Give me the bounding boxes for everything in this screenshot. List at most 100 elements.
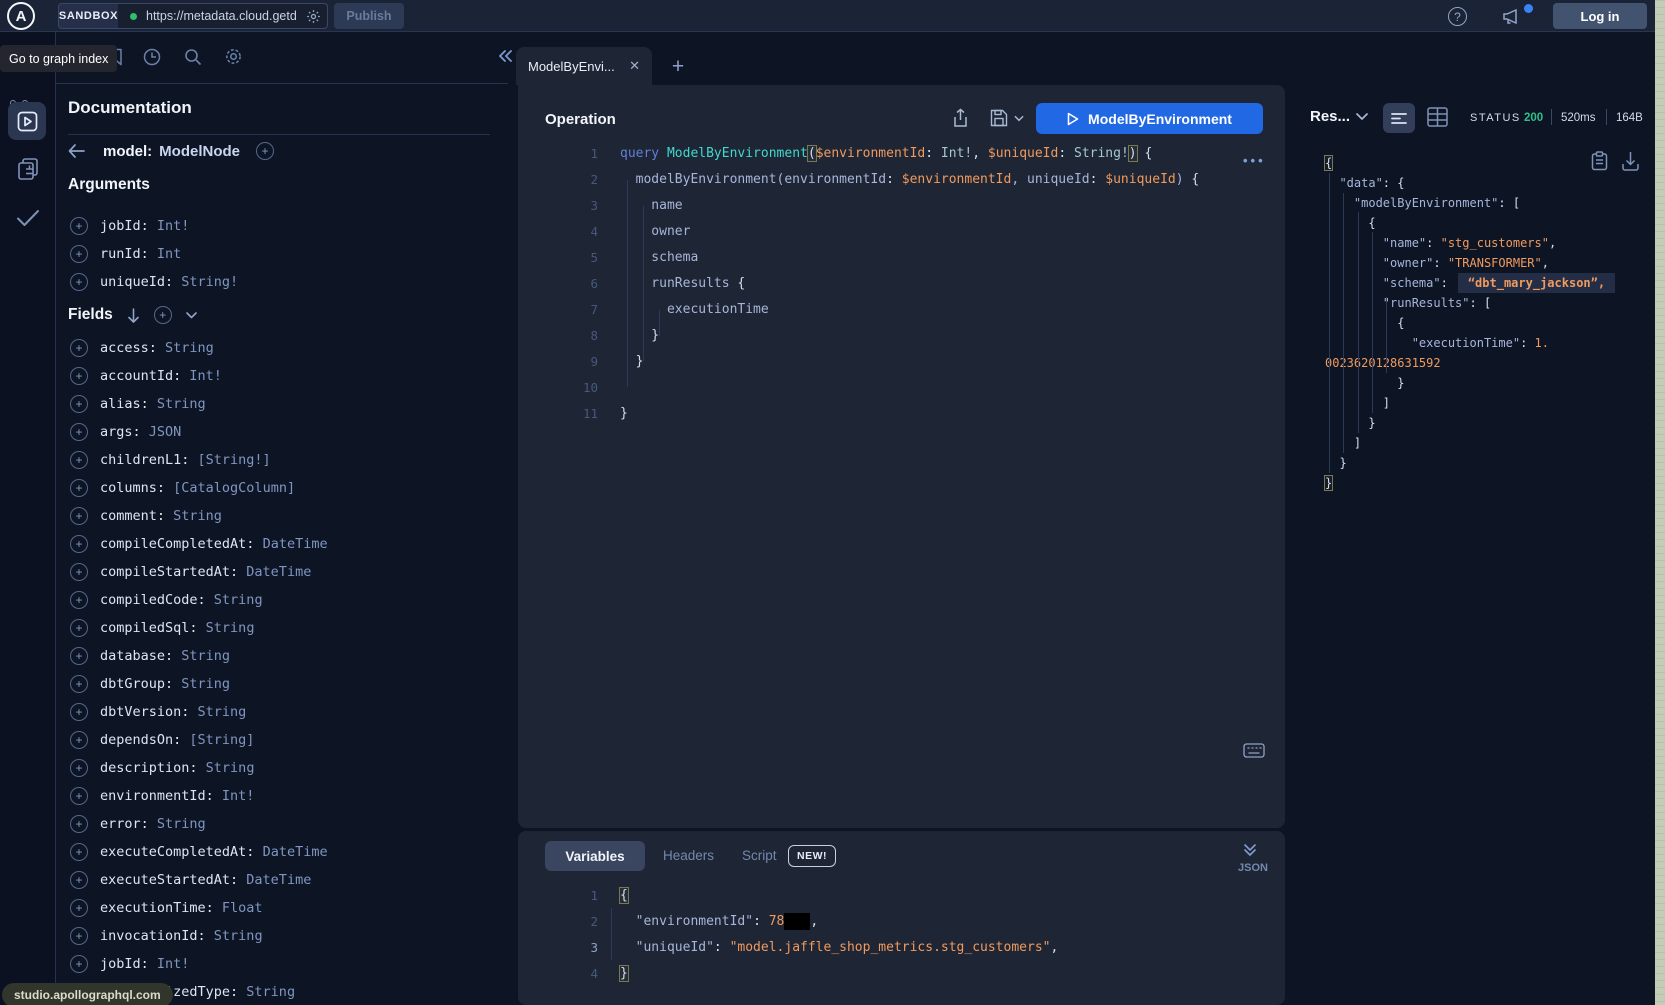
login-button[interactable]: Log in: [1553, 3, 1647, 29]
field-type[interactable]: Int!: [214, 788, 255, 804]
run-operation-button[interactable]: ModelByEnvironment: [1036, 103, 1263, 134]
code-line[interactable]: "schema":“dbt_mary_jackson”,: [1325, 273, 1615, 293]
tab-script[interactable]: Script: [742, 848, 777, 863]
code-line[interactable]: 3 name: [540, 192, 1199, 218]
add-field-button[interactable]: +: [70, 703, 88, 721]
close-tab-icon[interactable]: ✕: [629, 58, 640, 74]
add-field-button[interactable]: +: [70, 815, 88, 833]
add-field-button[interactable]: +: [256, 142, 274, 160]
response-body[interactable]: { "data": { "modelByEnvironment": [ { "n…: [1325, 153, 1615, 493]
operation-code-editor[interactable]: 1query ModelByEnvironment($environmentId…: [540, 140, 1199, 426]
field-type[interactable]: String: [157, 340, 214, 356]
connection-settings-gear-icon[interactable]: [306, 9, 321, 24]
code-line[interactable]: {: [1325, 213, 1615, 233]
field-type[interactable]: DateTime: [254, 844, 327, 860]
code-line[interactable]: 6 runResults {: [540, 270, 1199, 296]
code-line[interactable]: 1{: [540, 882, 1058, 908]
add-field-button[interactable]: +: [70, 731, 88, 749]
endpoint-url-input[interactable]: https://metadata.cloud.getd: [118, 3, 328, 29]
editor-options-icon[interactable]: •••: [1243, 153, 1266, 168]
code-line[interactable]: "runResults": [: [1325, 293, 1615, 313]
add-field-button[interactable]: +: [70, 395, 88, 413]
code-line[interactable]: 11}: [540, 400, 1199, 426]
code-line[interactable]: 9 }: [540, 348, 1199, 374]
announcements-icon[interactable]: [1501, 7, 1523, 26]
code-line[interactable]: 5 schema: [540, 244, 1199, 270]
help-icon[interactable]: ?: [1448, 7, 1467, 26]
add-field-button[interactable]: +: [70, 843, 88, 861]
schema-diff-icon[interactable]: [15, 156, 41, 182]
checks-icon[interactable]: [15, 208, 41, 228]
add-field-button[interactable]: +: [70, 479, 88, 497]
add-field-button[interactable]: +: [70, 787, 88, 805]
add-field-button[interactable]: +: [70, 507, 88, 525]
type-name-link[interactable]: ModelNode: [159, 143, 240, 160]
add-field-button[interactable]: +: [70, 871, 88, 889]
code-line[interactable]: "modelByEnvironment": [: [1325, 193, 1615, 213]
tab-headers[interactable]: Headers: [663, 848, 714, 863]
add-field-button[interactable]: +: [70, 759, 88, 777]
add-field-button[interactable]: +: [70, 339, 88, 357]
code-line[interactable]: }: [1325, 473, 1615, 493]
field-type[interactable]: String: [206, 592, 263, 608]
field-type[interactable]: String: [198, 760, 255, 776]
field-type[interactable]: Int: [149, 246, 182, 262]
add-field-button[interactable]: +: [70, 451, 88, 469]
field-type[interactable]: [String]: [181, 732, 254, 748]
code-line[interactable]: }: [1325, 453, 1615, 473]
field-type[interactable]: String: [149, 816, 206, 832]
add-field-button[interactable]: +: [70, 927, 88, 945]
code-line[interactable]: ]: [1325, 433, 1615, 453]
field-type[interactable]: DateTime: [254, 536, 327, 552]
code-line[interactable]: 2 modelByEnvironment(environmentId: $env…: [540, 166, 1199, 192]
field-type[interactable]: String: [165, 508, 222, 524]
field-type[interactable]: String: [173, 648, 230, 664]
chevron-down-icon[interactable]: [186, 312, 197, 319]
add-field-button[interactable]: +: [70, 217, 88, 235]
field-type[interactable]: DateTime: [238, 872, 311, 888]
code-line[interactable]: 1query ModelByEnvironment($environmentId…: [540, 140, 1199, 166]
collapse-variables-icon[interactable]: [1243, 843, 1257, 857]
add-all-fields-button[interactable]: +: [154, 306, 172, 324]
code-line[interactable]: {: [1325, 313, 1615, 333]
add-field-button[interactable]: +: [70, 273, 88, 291]
field-type[interactable]: String: [206, 928, 263, 944]
field-type[interactable]: String: [238, 984, 295, 1000]
code-line[interactable]: 4}: [540, 960, 1058, 986]
history-icon[interactable]: [142, 47, 162, 67]
back-arrow-icon[interactable]: [68, 144, 85, 158]
keyboard-shortcuts-icon[interactable]: [1243, 743, 1265, 758]
field-type[interactable]: String: [173, 676, 230, 692]
field-type[interactable]: String: [149, 396, 206, 412]
field-type[interactable]: JSON: [141, 424, 182, 440]
add-field-button[interactable]: +: [70, 245, 88, 263]
add-field-button[interactable]: +: [70, 563, 88, 581]
code-line[interactable]: 4 owner: [540, 218, 1199, 244]
endpoint-url-text[interactable]: https://metadata.cloud.getd: [146, 9, 302, 23]
add-field-button[interactable]: +: [70, 675, 88, 693]
collapse-panel-icon[interactable]: [496, 47, 514, 65]
field-type[interactable]: Int!: [149, 956, 190, 972]
field-type[interactable]: [CatalogColumn]: [165, 480, 295, 496]
field-type[interactable]: DateTime: [238, 564, 311, 580]
field-type[interactable]: Int!: [149, 218, 190, 234]
operation-tab-label[interactable]: ModelByEnvi...: [528, 59, 621, 74]
sort-descending-icon[interactable]: [127, 308, 140, 323]
add-field-button[interactable]: +: [70, 423, 88, 441]
add-field-button[interactable]: +: [70, 591, 88, 609]
settings-gear-icon[interactable]: [224, 47, 243, 66]
share-icon[interactable]: [952, 108, 969, 128]
code-line[interactable]: }: [1325, 413, 1615, 433]
add-field-button[interactable]: +: [70, 367, 88, 385]
code-line[interactable]: 2 "environmentId": 78,: [540, 908, 1058, 934]
field-type[interactable]: String!: [173, 274, 238, 290]
download-response-icon[interactable]: [1621, 151, 1640, 171]
explorer-nav-button[interactable]: [8, 102, 46, 140]
publish-button[interactable]: Publish: [334, 3, 404, 29]
code-line[interactable]: 10: [540, 374, 1199, 400]
add-field-button[interactable]: +: [70, 647, 88, 665]
add-field-button[interactable]: +: [70, 899, 88, 917]
save-icon[interactable]: [990, 109, 1008, 127]
code-line[interactable]: 3 "uniqueId": "model.jaffle_shop_metrics…: [540, 934, 1058, 960]
field-type[interactable]: String: [189, 704, 246, 720]
